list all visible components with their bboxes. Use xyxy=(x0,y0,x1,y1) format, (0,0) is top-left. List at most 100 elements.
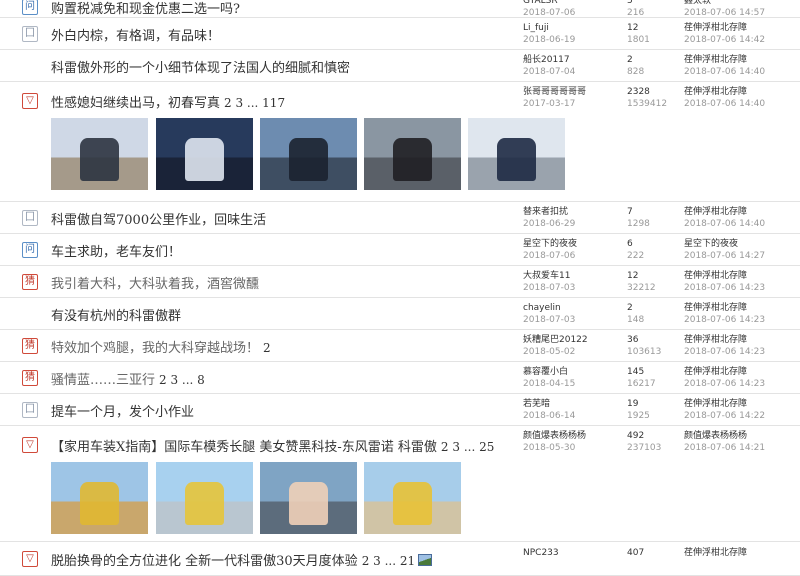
thread-author-primary[interactable]: 妖糟尾巴20122 xyxy=(523,334,588,346)
thread-title-text: 外白内棕，有格调，有品味！ xyxy=(51,29,221,44)
page-links[interactable]: 2 3 ... 8 xyxy=(159,373,205,387)
thread-row[interactable]: 科雷傲外形的一个小细节体现了法国人的细腻和慎密 船长20117 2018-07-04… xyxy=(0,50,800,82)
thread-row[interactable]: ▽ 脱胎换骨的全方位进化 全新一代科雷傲30天月度体验 2 3 ... 21 NPC2… xyxy=(0,542,800,576)
page-links[interactable]: 2 3 ... 25 xyxy=(441,440,494,454)
thread-title-text: 骚情蓝……三亚行 xyxy=(51,373,156,388)
thumb-car-window[interactable] xyxy=(260,462,357,534)
thread-title[interactable]: 【家用车装X指南】国际车模秀长腿 美女赞黑科技-东风雷诺 科雷傲 2 3 ... … xyxy=(51,436,494,455)
last-reply-primary[interactable]: 荏伸浮柑北存障 xyxy=(684,86,765,98)
thread-stats-secondary: 237103 xyxy=(627,443,662,453)
thread-author: 替来者扣扰 2018-06-29 xyxy=(523,206,575,230)
page-links[interactable]: 2 xyxy=(263,341,271,355)
thread-row[interactable]: 有没有杭州的科雷傲群 chayelin 2018-07-03 2 148 荏伸浮柑北存障 2… xyxy=(0,298,800,330)
thread-author: 若芜暗 2018-06-14 xyxy=(523,398,575,422)
thread-stats: 6 222 xyxy=(627,238,644,262)
thumb-suv-front[interactable] xyxy=(260,118,357,190)
last-reply-primary[interactable]: 荏伸浮柑北存障 xyxy=(684,547,747,559)
thread-title[interactable]: 提车一个月，发个小作业 xyxy=(51,401,194,420)
last-reply-primary[interactable]: 荏伸浮柑北存障 xyxy=(684,54,765,66)
last-reply-primary[interactable]: 荏伸浮柑北存障 xyxy=(684,334,765,346)
thread-title-text: 有没有杭州的科雷傲群 xyxy=(51,309,182,324)
thumb-woman-dark-suv[interactable] xyxy=(51,118,148,190)
thread-author: chayelin 2018-07-03 xyxy=(523,302,575,326)
thread-author-primary[interactable]: 替来者扣扰 xyxy=(523,206,575,218)
thread-stats: 145 16217 xyxy=(627,366,656,390)
thread-title-text: 性感媳妇继续出马，初春写真 xyxy=(51,96,221,111)
thumb-yellow-dress-desert[interactable] xyxy=(51,462,148,534)
thread-row[interactable]: 囗科雷傲自驾7000公里作业，回味生活 替来者扣扰 2018-06-29 7 1298 荏… xyxy=(0,202,800,234)
thread-title[interactable]: 我引着大科，大科驮着我，酒窖微醺 xyxy=(51,273,259,292)
thread-author-primary[interactable]: 船长20117 xyxy=(523,54,575,66)
thumb-yellow-dress-portrait[interactable] xyxy=(156,462,253,534)
last-reply-secondary: 2018-07-06 14:40 xyxy=(684,219,766,229)
thread-author-primary[interactable]: Li_fuji xyxy=(523,22,575,34)
last-reply-secondary: 2018-07-06 14:23 xyxy=(684,283,766,293)
thread-stats-primary: 5 xyxy=(627,0,633,6)
last-reply-secondary: 2018-07-06 14:21 xyxy=(684,443,766,453)
thread-author-primary[interactable]: chayelin xyxy=(523,302,575,314)
thread-title[interactable]: 有没有杭州的科雷傲群 xyxy=(51,305,181,324)
thumb-suv-blue-front[interactable] xyxy=(468,118,565,190)
thread-stats-primary: 12 xyxy=(627,23,639,33)
thumb-yellow-dress-sky[interactable] xyxy=(364,462,461,534)
thumb-woman-leather[interactable] xyxy=(364,118,461,190)
thread-author-primary[interactable]: 张哥哥哥哥哥哥 xyxy=(523,86,586,98)
thread-title-text: 脱胎换骨的全方位进化 全新一代科雷傲30天月度体验 xyxy=(51,554,358,569)
thread-author-secondary: 2018-04-15 xyxy=(523,379,576,389)
thread-row[interactable]: 猜骚情蓝……三亚行 2 3 ... 8 慕容覆小白 2018-04-15 145 1621… xyxy=(0,362,800,394)
page-links[interactable]: 2 3 ... 21 xyxy=(362,554,415,568)
last-reply-primary[interactable]: 荏伸浮柑北存障 xyxy=(684,366,765,378)
thread-title[interactable]: 科雷傲自驾7000公里作业，回味生活 xyxy=(51,209,266,228)
last-reply: 荏伸浮柑北存障 2018-07-06 14:42 xyxy=(684,22,765,46)
thread-title-text: 车主求助，老车友们！ xyxy=(51,245,182,260)
thread-row[interactable]: 问车主求助，老车友们！ 星空下的夜夜 2018-07-06 6 222 星空下的夜夜 201… xyxy=(0,234,800,266)
thumb-subject xyxy=(185,138,224,182)
thread-title[interactable]: 特效加个鸡腿，我的大科穿越战场！ 2 xyxy=(51,337,271,356)
last-reply-primary[interactable]: 荏伸浮柑北存障 xyxy=(684,22,765,34)
thread-author-primary[interactable]: 若芜暗 xyxy=(523,398,575,410)
last-reply: 荏伸浮柑北存障 xyxy=(684,547,747,559)
last-reply-secondary: 2018-07-06 14:23 xyxy=(684,379,766,389)
thread-title[interactable]: 购置税减免和现金优惠二选一吗? xyxy=(51,0,240,17)
thread-title[interactable]: 性感媳妇继续出马，初春写真 2 3 ... 117 xyxy=(51,92,285,111)
thread-author: Li_fuji 2018-06-19 xyxy=(523,22,575,46)
last-reply-primary[interactable]: 星空下的夜夜 xyxy=(684,238,765,250)
thread-author-primary[interactable]: 星空下的夜夜 xyxy=(523,238,577,250)
last-reply-primary[interactable]: 鑫太软 xyxy=(684,0,765,7)
thread-title[interactable]: 脱胎换骨的全方位进化 全新一代科雷傲30天月度体验 2 3 ... 21 xyxy=(51,550,433,569)
thread-row[interactable]: 囗外白内棕，有格调，有品味！ Li_fuji 2018-06-19 12 1801 荏伸浮… xyxy=(0,18,800,50)
last-reply-primary[interactable]: 荏伸浮柑北存障 xyxy=(684,398,765,410)
thread-author-secondary: 2018-06-14 xyxy=(523,411,576,421)
last-reply-primary[interactable]: 荏伸浮柑北存障 xyxy=(684,270,765,282)
thread-author-primary[interactable]: 颜值爆表杨杨杨 xyxy=(523,430,586,442)
thread-title[interactable]: 车主求助，老车友们！ xyxy=(51,241,181,260)
thread-row[interactable]: 囗提车一个月，发个小作业 若芜暗 2018-06-14 19 1925 荏伸浮柑北存障 20… xyxy=(0,394,800,426)
last-reply-primary[interactable]: 荏伸浮柑北存障 xyxy=(684,206,765,218)
thumb-subject xyxy=(497,138,536,182)
last-reply-primary[interactable]: 荏伸浮柑北存障 xyxy=(684,302,765,314)
thread-row[interactable]: 猜特效加个鸡腿，我的大科穿越战场！ 2 妖糟尾巴20122 2018-05-02 36 1… xyxy=(0,330,800,362)
thread-author-primary[interactable]: 慕容覆小白 xyxy=(523,366,575,378)
thread-title[interactable]: 外白内棕，有格调，有品味！ xyxy=(51,25,220,44)
thumb-subject xyxy=(393,138,432,182)
last-reply-primary[interactable]: 颜值爆表杨杨杨 xyxy=(684,430,765,442)
last-reply-secondary: 2018-07-06 14:27 xyxy=(684,251,766,261)
thread-author-primary[interactable]: 大叔爱车11 xyxy=(523,270,575,282)
thread-stats-primary: 19 xyxy=(627,399,639,409)
last-reply-secondary: 2018-07-06 14:42 xyxy=(684,35,766,45)
thread-title[interactable]: 科雷傲外形的一个小细节体现了法国人的细腻和慎密 xyxy=(51,57,350,76)
thread-title[interactable]: 骚情蓝……三亚行 2 3 ... 8 xyxy=(51,369,205,388)
page-links[interactable]: 2 3 ... 117 xyxy=(224,96,285,110)
thread-title-text: 科雷傲外形的一个小细节体现了法国人的细腻和慎密 xyxy=(51,61,351,76)
thread-title-text: 购置税减免和现金优惠二选一吗? xyxy=(51,2,240,17)
thread-author-primary[interactable]: GTALSR xyxy=(523,0,575,7)
thread-author-primary[interactable]: NPC233 xyxy=(523,547,559,559)
thread-row[interactable]: ▽ 性感媳妇继续出马，初春写真 2 3 ... 117 张哥哥哥哥哥哥 2017-03-… xyxy=(0,82,800,202)
thread-title-text: 【家用车装X指南】国际车模秀长腿 美女赞黑科技-东风雷诺 科雷傲 xyxy=(51,440,437,455)
thread-row[interactable]: ▽ 【家用车装X指南】国际车模秀长腿 美女赞黑科技-东风雷诺 科雷傲 2 3 ...… xyxy=(0,426,800,542)
thumb-subject xyxy=(80,482,119,526)
thread-author: 星空下的夜夜 2018-07-06 xyxy=(523,238,577,262)
thumb-renault-grille[interactable] xyxy=(156,118,253,190)
thread-row[interactable]: 猜我引着大科，大科驮着我，酒窖微醺 大叔爱车11 2018-07-03 12 32212… xyxy=(0,266,800,298)
thread-row[interactable]: 问购置税减免和现金优惠二选一吗? GTALSR 2018-07-06 5 216 鑫太软 2… xyxy=(0,0,800,18)
